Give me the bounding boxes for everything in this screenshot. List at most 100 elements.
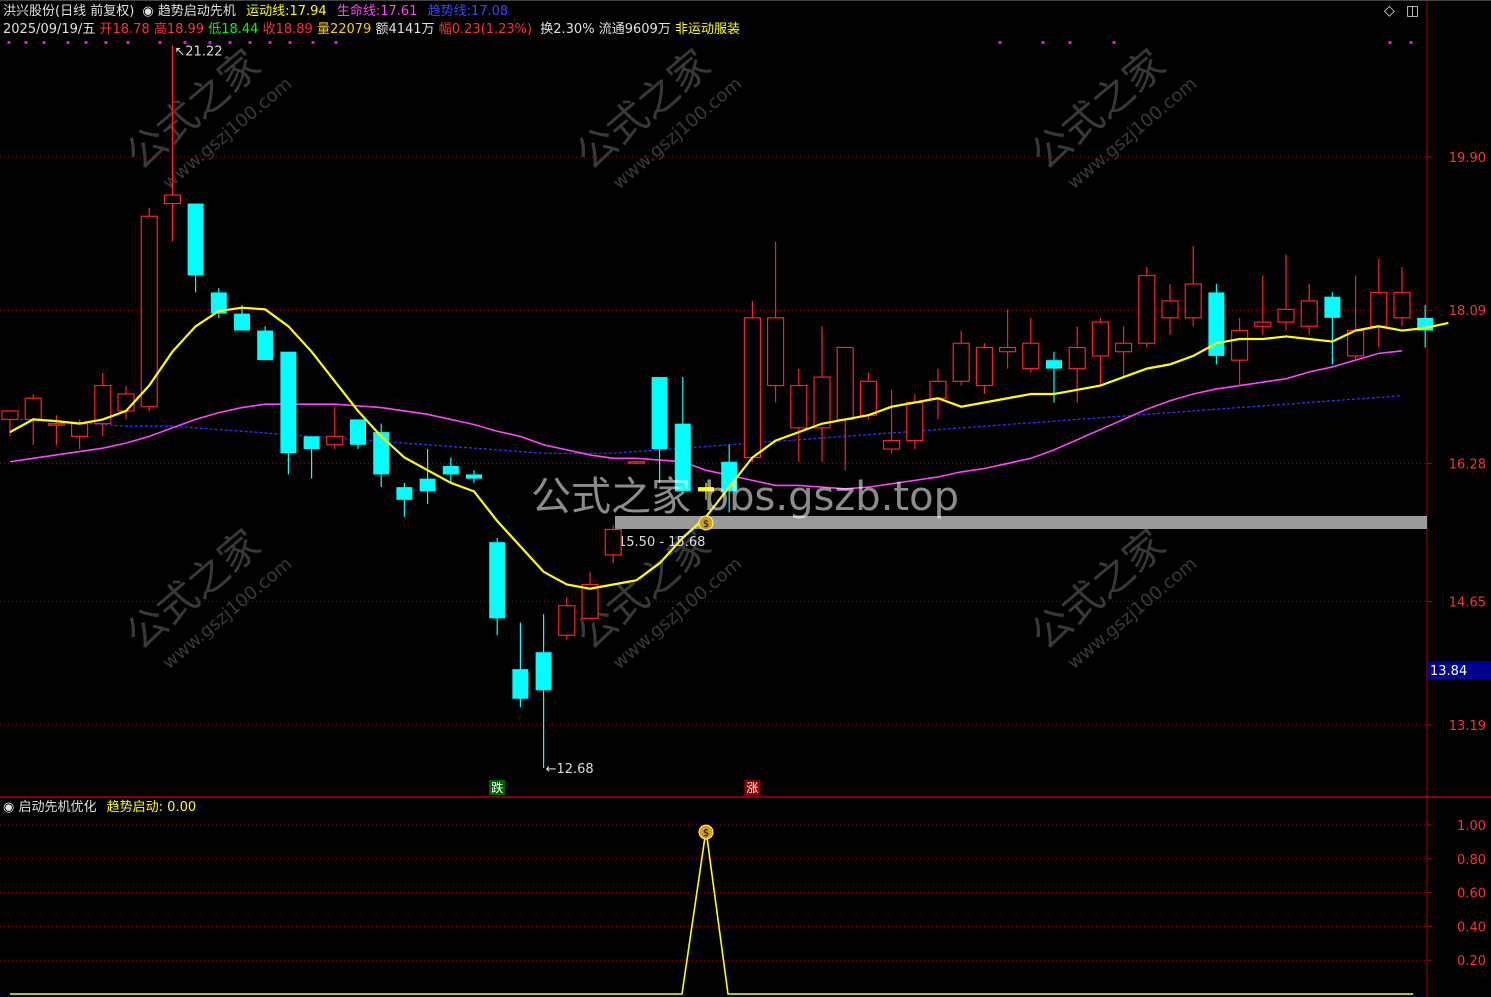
indicator-name[interactable]: 趋势启动先机 xyxy=(158,4,236,19)
candle-body xyxy=(558,605,576,636)
sub-money-bag-symbol: $ xyxy=(703,828,709,839)
y-tick-label: 16.28 xyxy=(1449,457,1486,472)
high-label: 高 xyxy=(153,22,167,37)
sector-link[interactable]: 非运动服装 xyxy=(675,22,740,37)
candle-body xyxy=(163,194,181,205)
line1-value: 17.94 xyxy=(289,4,327,19)
sub-indicator-name[interactable]: 启动先机优化 xyxy=(18,800,96,815)
candle-body xyxy=(1370,291,1388,327)
signal-dot xyxy=(228,41,232,44)
candle-body xyxy=(1254,321,1272,327)
sub-y-tick-label: 0.80 xyxy=(1457,853,1486,868)
max-price-label: ↖21.22 xyxy=(174,44,222,59)
candle-body xyxy=(813,376,831,429)
candle-body xyxy=(1068,346,1086,370)
candle-body xyxy=(326,435,344,446)
candle-body xyxy=(396,487,413,500)
sub-y-tick-label: 1.00 xyxy=(1457,819,1486,834)
candle-body xyxy=(419,478,436,492)
sub-signal-label: 趋势启动: xyxy=(106,800,164,815)
sub-indicator-dropdown-icon[interactable]: ◉ xyxy=(3,800,14,815)
sub-y-tick-label: 0.60 xyxy=(1457,887,1486,902)
signal-dot xyxy=(1388,41,1392,44)
candle-body xyxy=(836,346,854,421)
candle-body xyxy=(929,380,947,399)
signal-dot xyxy=(42,41,46,44)
candle-body xyxy=(70,423,89,437)
candle-body xyxy=(906,401,924,442)
y-tick-label: 18.09 xyxy=(1449,304,1486,319)
down-marker-label: 跌 xyxy=(491,780,503,795)
candle-body xyxy=(743,317,762,459)
y-tick-label: 19.90 xyxy=(1449,151,1486,166)
low-label: 低 xyxy=(208,22,222,37)
up-marker-label: 涨 xyxy=(746,780,758,795)
candle-body xyxy=(1324,296,1341,318)
candle-body xyxy=(859,380,878,416)
sub-y-tick-label: 0.40 xyxy=(1457,920,1486,935)
kline-chart[interactable]: 公式之家www.gszj100.com 公式之家www.gszj100.com 公式… xyxy=(0,0,1491,997)
signal-dot xyxy=(1112,41,1116,44)
sub-signal-value: 0.00 xyxy=(167,800,197,815)
current-price-label: 13.84 xyxy=(1430,664,1467,679)
signal-dot xyxy=(84,41,88,44)
candle-body xyxy=(117,393,135,412)
close-label: 收 xyxy=(262,22,276,37)
candle-body xyxy=(466,474,482,479)
candle-body xyxy=(1230,329,1249,361)
candle-body xyxy=(257,330,274,361)
candle-body xyxy=(1161,300,1179,319)
min-price-label: ←12.68 xyxy=(546,762,594,777)
candle-body xyxy=(627,461,646,464)
signal-dot xyxy=(158,41,162,44)
candle-body xyxy=(512,669,529,699)
change-value: 0.23(1.23%) xyxy=(451,22,533,37)
line2-label: 生命线: xyxy=(336,4,381,19)
quote-bar: 2025/09/19/五 开18.78 高18.99 低18.44 收18.89… xyxy=(3,22,740,38)
window-toggle-icon[interactable]: ◫ xyxy=(1406,3,1419,19)
candle-body xyxy=(952,342,970,382)
line2-value: 17.61 xyxy=(380,4,418,19)
candle-body xyxy=(1393,291,1411,319)
candle-body xyxy=(1138,274,1156,344)
candle-body xyxy=(24,397,42,421)
line3-label: 趋势线: xyxy=(427,4,471,19)
candle-body xyxy=(280,351,297,454)
close-value: 18.89 xyxy=(275,22,313,37)
candle-body xyxy=(1046,360,1062,369)
low-value: 18.44 xyxy=(221,22,259,37)
y-tick-label: 14.65 xyxy=(1449,595,1486,610)
line3-value: 17.08 xyxy=(470,4,509,19)
signal-dot xyxy=(248,41,252,44)
overlay-watermark: 公式之家 bbs.gszb.top xyxy=(531,474,959,520)
candle-body xyxy=(604,528,622,556)
money-bag-symbol: $ xyxy=(703,519,709,530)
candle-body xyxy=(1,410,19,421)
indicator-dropdown-icon[interactable]: ◉ xyxy=(142,4,153,19)
candle-body xyxy=(1277,308,1295,323)
signal-dot xyxy=(66,41,70,44)
turnover-value: 换2.30% xyxy=(540,22,595,37)
candle-body xyxy=(303,436,320,450)
candle-body xyxy=(1300,300,1318,327)
signal-dot xyxy=(1409,41,1413,44)
signal-dot xyxy=(1068,41,1072,44)
candle-body xyxy=(442,465,459,475)
candle-body xyxy=(1184,283,1202,319)
candle-body xyxy=(234,313,250,331)
quote-date: 2025/09/19/五 xyxy=(3,22,96,37)
candle-body xyxy=(1091,321,1110,357)
chart-header: 洪兴股份(日线 前复权) ◉ 趋势启动先机 运动线:17.94 生命线:17.6… xyxy=(3,4,508,20)
high-value: 18.99 xyxy=(166,22,205,37)
signal-dot xyxy=(126,41,130,44)
sub-panel-header: ◉ 启动先机优化 趋势启动: 0.00 xyxy=(3,800,196,816)
signal-dot xyxy=(268,41,272,44)
stock-title[interactable]: 洪兴股份(日线 前复权) xyxy=(3,4,134,19)
open-value: 18.78 xyxy=(112,22,150,37)
price-zone-label: 15.50 - 15.68 xyxy=(618,535,705,550)
candle-body xyxy=(790,384,808,429)
diamond-icon[interactable]: ◇ xyxy=(1384,3,1395,19)
open-label: 开 xyxy=(99,22,113,37)
candle-body xyxy=(975,346,994,387)
y-tick-label: 13.19 xyxy=(1449,719,1486,734)
